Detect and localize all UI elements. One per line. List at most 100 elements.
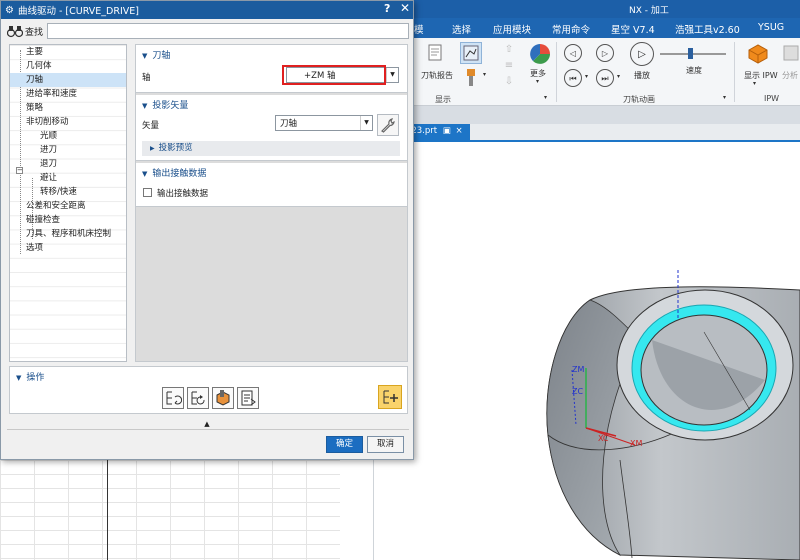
more-dropdown-icon[interactable]: ▾ bbox=[536, 78, 539, 85]
menu-item-select[interactable]: 选择 bbox=[452, 22, 471, 36]
tree-item-main[interactable]: 主要 bbox=[10, 45, 126, 59]
gear-icon: ⚙ bbox=[5, 4, 14, 16]
projection-preview-row[interactable]: ▶ 投影预览 bbox=[142, 141, 400, 156]
generate-button[interactable] bbox=[162, 387, 184, 409]
new-operation-button[interactable] bbox=[378, 385, 402, 409]
help-button[interactable]: ? bbox=[384, 2, 390, 15]
tool-report-icon[interactable] bbox=[426, 43, 444, 63]
tree-item-geometry[interactable]: 几何体 bbox=[10, 59, 126, 73]
vector-label: 矢量 bbox=[142, 121, 160, 131]
rewind-dropdown-icon[interactable]: ▾ bbox=[585, 73, 588, 80]
group-header-contact-data[interactable]: ▼ 输出接触数据 bbox=[142, 166, 206, 179]
tree-item-avoidance[interactable]: 避让 bbox=[10, 171, 126, 185]
chevron-down-icon[interactable]: ▼ bbox=[360, 116, 372, 130]
collapse-caret-icon[interactable]: ▼ bbox=[142, 170, 147, 178]
menu-item-xingkong[interactable]: 星空 V7.4 bbox=[611, 22, 655, 36]
document-tab-close-icon[interactable]: × bbox=[456, 126, 463, 136]
expand-caret-icon[interactable]: ▶ bbox=[150, 145, 155, 152]
tree-item-engage[interactable]: 进刀 bbox=[10, 143, 126, 157]
dialog-title-bar[interactable]: ⚙ 曲线驱动 - [CURVE_DRIVE] ? ✕ bbox=[1, 1, 413, 19]
tree-item-collision-check[interactable]: 碰撞检查 bbox=[10, 213, 126, 227]
show-ipw-dropdown-icon[interactable]: ▾ bbox=[753, 80, 756, 87]
find-label: 查找 bbox=[25, 27, 44, 38]
show-ipw-icon[interactable] bbox=[746, 42, 770, 64]
group-header-projection-vector[interactable]: ▼ 投影矢量 bbox=[142, 98, 188, 111]
close-button[interactable]: ✕ bbox=[400, 1, 410, 15]
menu-item-haoqiang-tools[interactable]: 浩强工具v2.60 bbox=[675, 22, 740, 36]
group-header-operations[interactable]: ▼ 操作 bbox=[16, 370, 44, 383]
divider bbox=[7, 429, 409, 430]
find-input[interactable] bbox=[47, 23, 409, 39]
tool-report-label: 刀轨报告 bbox=[421, 71, 453, 80]
ribbon-separator bbox=[556, 42, 557, 102]
tool-icon[interactable] bbox=[462, 68, 480, 88]
fast-forward-icon[interactable]: ⏭ bbox=[596, 69, 614, 87]
path-display-icon[interactable] bbox=[460, 42, 482, 64]
tree-item-strategy[interactable]: 策略 bbox=[10, 101, 126, 115]
generate-icon bbox=[166, 391, 182, 405]
menu-item-application[interactable]: 应用模块 bbox=[493, 22, 531, 36]
vector-select[interactable]: 刀轴 ▼ bbox=[275, 115, 373, 131]
dialog-title: 曲线驱动 - [CURVE_DRIVE] bbox=[17, 6, 139, 17]
contact-data-checkbox[interactable] bbox=[143, 188, 152, 197]
operations-section: ▼ 操作 bbox=[9, 366, 408, 414]
more-chart-icon[interactable] bbox=[529, 42, 551, 66]
collapse-caret-icon[interactable]: ▼ bbox=[142, 52, 147, 60]
navigator-grid bbox=[0, 460, 340, 560]
play-icon[interactable]: ▷ bbox=[630, 42, 654, 66]
rewind-icon[interactable]: ⏮ bbox=[564, 69, 582, 87]
curve-drive-dialog: ⚙ 曲线驱动 - [CURVE_DRIVE] ? ✕ 查找 − 主要 几何体 刀… bbox=[0, 0, 414, 460]
tree-item-tool-program-machine[interactable]: 刀具、程序和机床控制 bbox=[10, 227, 126, 241]
axis-label-zm: ZM bbox=[572, 365, 584, 374]
list-button[interactable] bbox=[237, 387, 259, 409]
ipw-group-label: IPW bbox=[764, 94, 780, 103]
step-forward-icon[interactable]: ▷ bbox=[596, 44, 614, 62]
chevron-down-icon[interactable]: ▼ bbox=[386, 68, 398, 82]
menu-item-common-commands[interactable]: 常用命令 bbox=[552, 22, 590, 36]
collapse-caret-icon[interactable]: ▼ bbox=[142, 102, 147, 110]
document-tab-pin-icon[interactable]: ▣ bbox=[443, 126, 451, 136]
up-arrow-icon[interactable]: ⇧ bbox=[502, 42, 516, 56]
speed-slider-thumb[interactable] bbox=[688, 48, 693, 59]
analyze-icon[interactable] bbox=[782, 42, 800, 64]
tree-item-transfer-rapid[interactable]: 转移/快速 bbox=[10, 185, 126, 199]
ribbon-separator bbox=[734, 42, 735, 102]
group-header-tool-axis[interactable]: ▼ 刀轴 bbox=[142, 48, 170, 61]
anim-group-expand-icon[interactable]: ▾ bbox=[723, 94, 726, 101]
tree-item-feeds-speeds[interactable]: 进给率和速度 bbox=[10, 87, 126, 101]
find-row: 查找 bbox=[7, 22, 409, 40]
group-projection-vector: ▼ 投影矢量 矢量 刀轴 ▼ ▶ 投影预览 bbox=[136, 95, 407, 161]
vector-dialog-button[interactable] bbox=[377, 114, 399, 136]
tree-item-non-cutting-moves[interactable]: 非切削移动 bbox=[10, 115, 126, 129]
collapse-caret-icon[interactable]: ▼ bbox=[16, 374, 21, 382]
settings-tree: − 主要 几何体 刀轴 进给率和速度 策略 非切削移动 光顺 进刀 退刀 避让 … bbox=[9, 44, 127, 362]
display-group-expand-icon[interactable]: ▾ bbox=[544, 94, 547, 101]
analyze-label: 分析 bbox=[782, 71, 798, 80]
step-back-icon[interactable]: ◁ bbox=[564, 44, 582, 62]
navigator-column-line bbox=[107, 460, 108, 560]
tree-item-tool-axis[interactable]: 刀轴 bbox=[10, 73, 126, 87]
tool-dropdown-icon[interactable]: ▾ bbox=[483, 71, 486, 78]
part-model[interactable]: ZM ZC XC XM bbox=[520, 260, 800, 560]
cancel-button[interactable]: 取消 bbox=[367, 436, 404, 453]
highlight-box bbox=[282, 65, 386, 85]
down-arrow-icon[interactable]: ⇩ bbox=[502, 74, 516, 88]
menu-item-ysug[interactable]: YSUG bbox=[758, 22, 784, 33]
replay-button[interactable] bbox=[187, 387, 209, 409]
ok-button[interactable]: 确定 bbox=[326, 436, 363, 453]
layer-icon[interactable]: ≡ bbox=[502, 58, 516, 72]
tree-item-retract[interactable]: 退刀 bbox=[10, 157, 126, 171]
tree-item-tolerances[interactable]: 公差和安全距离 bbox=[10, 199, 126, 213]
axis-label-zc: ZC bbox=[572, 387, 583, 396]
speed-slider-track[interactable] bbox=[660, 53, 726, 55]
list-icon bbox=[241, 390, 256, 406]
collapse-arrow-icon[interactable]: ▲ bbox=[1, 419, 413, 429]
menu-item-model[interactable]: 模 bbox=[414, 22, 424, 36]
forward-dropdown-icon[interactable]: ▾ bbox=[617, 73, 620, 80]
axis-label-xm: XM bbox=[630, 439, 642, 448]
tree-item-smoothing[interactable]: 光顺 bbox=[10, 129, 126, 143]
tree-item-options[interactable]: 选项 bbox=[10, 241, 126, 255]
group-tool-axis: ▼ 刀轴 轴 +ZM 轴 ▼ bbox=[136, 45, 407, 93]
verify-button[interactable] bbox=[212, 387, 234, 409]
nx-window-title: NX - 加工 bbox=[629, 6, 669, 16]
